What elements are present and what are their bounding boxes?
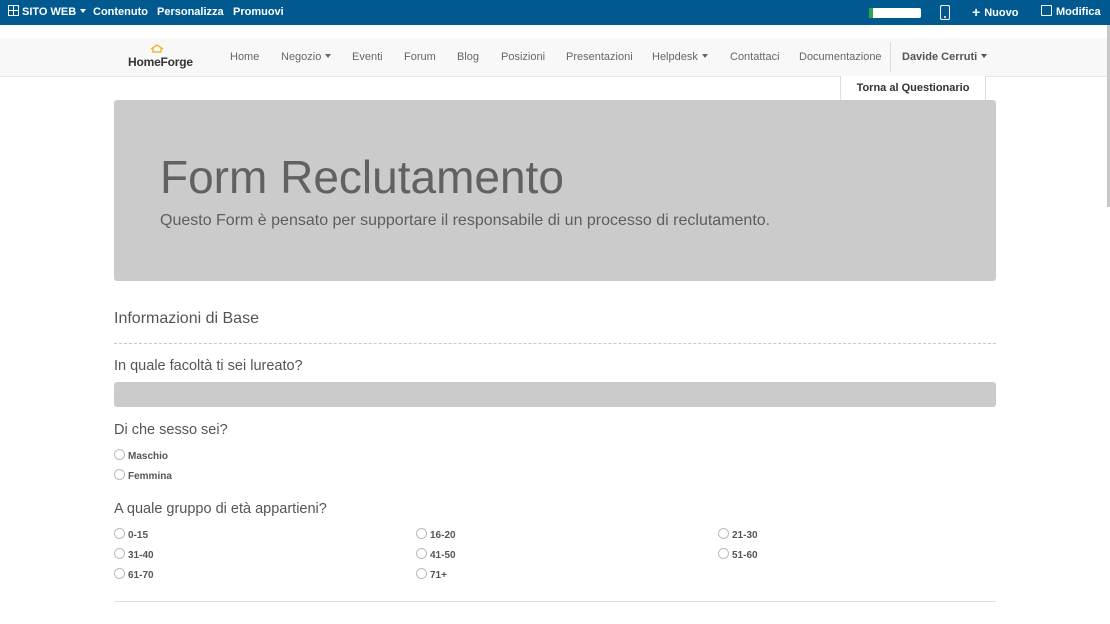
personalizza-menu[interactable]: Personalizza [157,0,224,25]
radio-circle-icon[interactable] [416,568,427,579]
back-to-survey-button[interactable]: Torna al Questionario [840,76,986,101]
radio-circle-icon[interactable] [416,548,427,559]
radio-label: 51-60 [732,550,758,561]
radio-circle-icon[interactable] [718,528,729,539]
nav-helpdesk-label: Helpdesk [652,51,698,63]
contenuto-menu[interactable]: Contenuto [93,0,148,25]
radio-option[interactable]: 16-20 [416,528,456,541]
new-label: Nuovo [984,7,1019,19]
radio-option[interactable]: Femmina [114,469,172,482]
site-menu-button[interactable]: SITO WEB [8,0,87,25]
house-logo-icon [150,44,164,53]
question-age-label: A quale gruppo di età appartieni? [114,501,327,517]
radio-option[interactable]: 71+ [416,568,447,581]
publish-toggle[interactable] [869,8,921,18]
main-navbar: HomeForge Home Negozio Eventi Forum Blog… [0,38,1108,77]
user-name: Davide Cerruti [902,51,978,63]
page-title: Form Reclutamento [160,151,564,203]
logo-text: HomeForge [128,55,193,69]
edit-label: Modifica [1056,6,1101,18]
radio-circle-icon[interactable] [114,449,125,460]
radio-option[interactable]: 61-70 [114,568,154,581]
radio-label: Maschio [128,451,169,462]
nav-helpdesk[interactable]: Helpdesk [652,38,708,76]
nav-negozio-label: Negozio [281,51,322,63]
nav-divider [890,42,891,72]
question-faculty-label: In quale facoltà ti sei lureato? [114,358,303,374]
radio-option[interactable]: 41-50 [416,548,456,561]
radio-label: 16-20 [430,530,456,541]
radio-option[interactable]: Maschio [114,449,168,462]
form-divider [114,601,996,602]
radio-option[interactable]: 31-40 [114,548,154,561]
mobile-preview-icon[interactable] [940,5,950,20]
chevron-down-icon [981,54,988,58]
nav-documentazione[interactable]: Documentazione [799,38,882,76]
radio-circle-icon[interactable] [114,548,125,559]
radio-option[interactable]: 0-15 [114,528,148,541]
user-menu[interactable]: Davide Cerruti [902,38,988,76]
promuovi-menu[interactable]: Promuovi [233,0,284,25]
edit-button[interactable]: Modifica [1041,0,1101,25]
question-gender-label: Di che sesso sei? [114,422,228,438]
nav-posizioni[interactable]: Posizioni [501,38,545,76]
nav-forum[interactable]: Forum [404,38,436,76]
site-logo[interactable]: HomeForge [128,43,198,71]
chevron-down-icon [325,54,332,58]
section-title: Informazioni di Base [114,310,259,327]
radio-label: 31-40 [128,550,154,561]
nav-blog[interactable]: Blog [457,38,479,76]
radio-circle-icon[interactable] [416,528,427,539]
radio-circle-icon[interactable] [114,469,125,480]
nav-negozio[interactable]: Negozio [281,38,332,76]
radio-circle-icon[interactable] [114,528,125,539]
radio-option[interactable]: 21-30 [718,528,758,541]
radio-label: 0-15 [128,530,149,541]
radio-label: 61-70 [128,570,154,581]
radio-circle-icon[interactable] [114,568,125,579]
radio-label: 71+ [430,570,447,581]
nav-presentazioni[interactable]: Presentazioni [566,38,633,76]
section-divider [114,343,996,344]
chevron-down-icon [701,54,708,58]
edit-icon [1041,5,1052,16]
nav-eventi[interactable]: Eventi [352,38,383,76]
admin-bar: SITO WEB Contenuto Personalizza Promuovi… [0,0,1110,25]
radio-label: Femmina [128,471,172,482]
radio-circle-icon[interactable] [718,548,729,559]
apps-grid-icon [8,5,19,16]
nav-home[interactable]: Home [230,38,259,76]
radio-label: 41-50 [430,550,456,561]
page-subtitle: Questo Form è pensato per supportare il … [160,212,771,229]
new-button[interactable]: + Nuovo [972,0,1018,25]
chevron-down-icon [80,9,87,13]
faculty-input[interactable] [114,382,996,407]
radio-label: 21-30 [732,530,758,541]
site-menu-label: SITO WEB [22,6,77,18]
hero-banner: Form Reclutamento Questo Form è pensato … [114,100,996,281]
radio-option[interactable]: 51-60 [718,548,758,561]
nav-contattaci[interactable]: Contattaci [730,38,780,76]
plus-icon: + [972,4,981,20]
